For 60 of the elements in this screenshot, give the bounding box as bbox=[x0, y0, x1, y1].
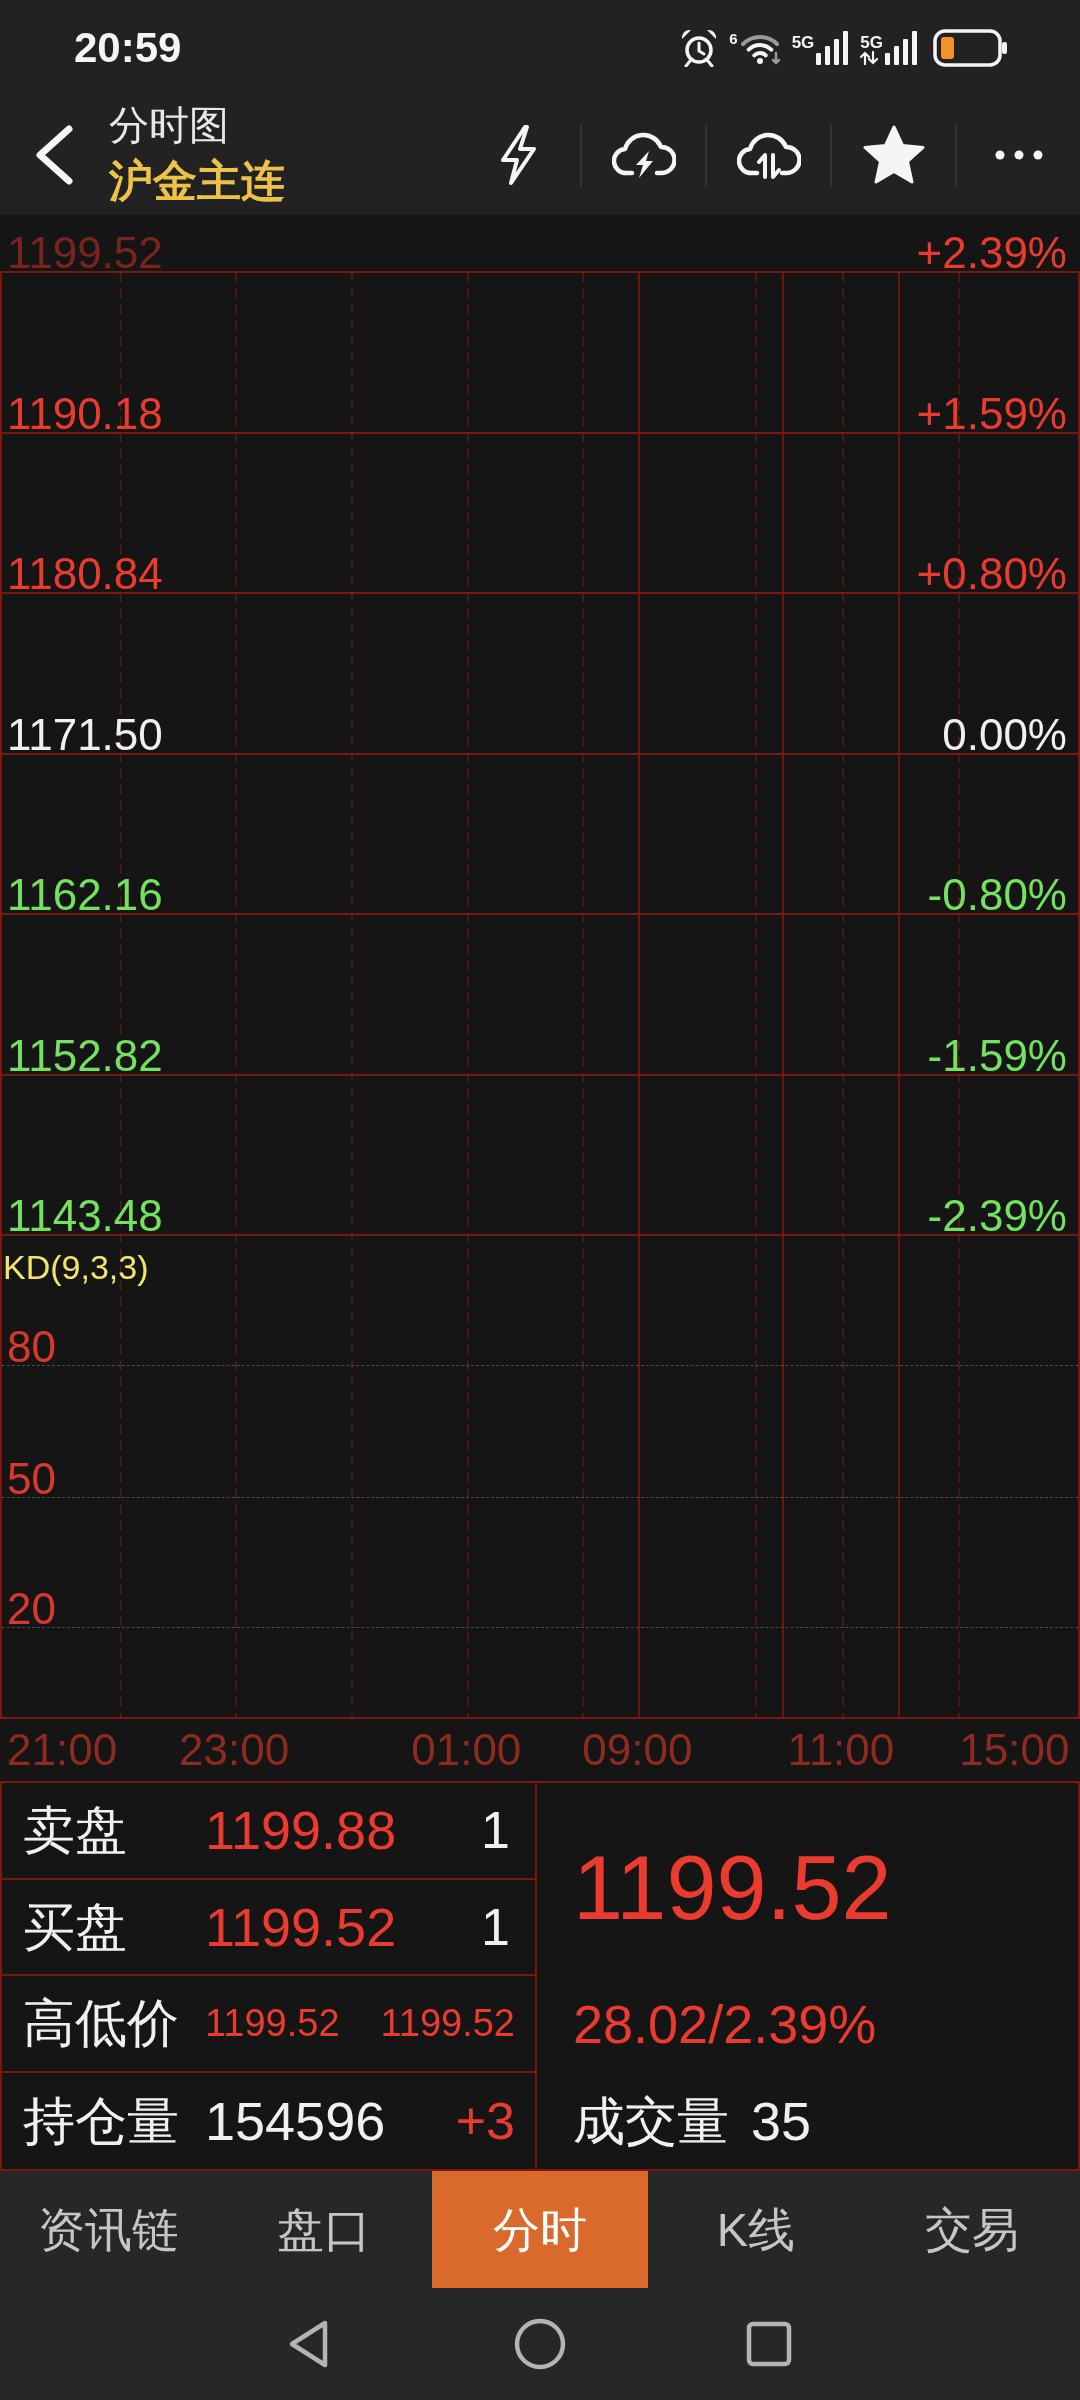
percent-label: +1.59% bbox=[916, 395, 1067, 432]
time-label: 11:00 bbox=[787, 1728, 895, 1772]
indicator-level-label: 80 bbox=[7, 1329, 56, 1365]
percent-label: -2.39% bbox=[927, 1198, 1067, 1234]
more-icon bbox=[994, 150, 1043, 160]
percent-label: -1.59% bbox=[927, 1037, 1067, 1074]
time-label: 15:00 bbox=[959, 1728, 1070, 1772]
percent-label: 0.00% bbox=[942, 716, 1067, 753]
bid-volume: 1 bbox=[481, 1900, 510, 1953]
network-type-label: 5G bbox=[860, 33, 883, 51]
time-label: 01:00 bbox=[411, 1728, 522, 1772]
high-low-label: 高低价 bbox=[23, 1994, 179, 2053]
page-title: 分时图 bbox=[109, 102, 230, 149]
tab[interactable]: 资讯链 bbox=[0, 2171, 216, 2288]
tab[interactable]: K线 bbox=[648, 2171, 864, 2288]
price-label: 1180.84 bbox=[7, 556, 163, 592]
tab[interactable]: 交易 bbox=[864, 2171, 1080, 2288]
bid-label: 买盘 bbox=[23, 1897, 127, 1956]
open-interest-value: 154596 bbox=[205, 2093, 386, 2148]
indicator-label: KD(9,3,3) bbox=[3, 1250, 149, 1284]
high-price: 1199.52 bbox=[205, 2004, 340, 2043]
time-label: 09:00 bbox=[582, 1728, 693, 1772]
circle-icon bbox=[514, 2318, 566, 2370]
time-label: 21:00 bbox=[7, 1728, 118, 1772]
volume-label: 成交量 bbox=[573, 2094, 729, 2147]
price-label: 1199.52 bbox=[7, 235, 163, 271]
alarm-clock-icon bbox=[681, 28, 718, 67]
percent-label: +0.80% bbox=[916, 556, 1067, 592]
percent-label: +2.39% bbox=[916, 235, 1067, 271]
signal-bars-icon bbox=[816, 30, 851, 65]
price-label: 1190.18 bbox=[7, 395, 163, 432]
cloud-lightning-icon bbox=[611, 131, 676, 179]
ask-volume: 1 bbox=[481, 1804, 510, 1857]
network-type-label: 5G bbox=[791, 33, 815, 51]
cloud-arrows-icon bbox=[736, 131, 801, 179]
instrument-name: 沪金主连 bbox=[109, 155, 285, 207]
open-interest-change: +3 bbox=[455, 2094, 515, 2147]
time-label: 23:00 bbox=[179, 1728, 290, 1772]
low-price: 1199.52 bbox=[380, 2004, 515, 2043]
percent-label: -0.80% bbox=[927, 877, 1067, 913]
status-time: 20:59 bbox=[74, 26, 182, 69]
price-label: 1143.48 bbox=[7, 1198, 163, 1234]
indicator-level-label: 20 bbox=[7, 1591, 56, 1627]
wifi-standard-label: 6 bbox=[729, 30, 738, 46]
price-change: 28.02/2.39% bbox=[573, 1997, 877, 2052]
last-price: 1199.52 bbox=[573, 1843, 892, 1933]
volume-value: 35 bbox=[751, 2093, 812, 2148]
price-label: 1162.16 bbox=[7, 877, 163, 913]
triangle-icon bbox=[287, 2319, 329, 2369]
price-label: 1152.82 bbox=[7, 1037, 163, 1074]
bid-price: 1199.52 bbox=[205, 1899, 397, 1954]
price-label: 1171.50 bbox=[7, 716, 163, 753]
ask-label: 卖盘 bbox=[23, 1801, 127, 1860]
indicator-level-label: 50 bbox=[7, 1461, 56, 1497]
ask-price: 1199.88 bbox=[205, 1803, 397, 1858]
battery-icon bbox=[933, 28, 1009, 67]
square-icon bbox=[746, 2321, 792, 2367]
signal-bars-icon bbox=[885, 30, 919, 65]
tab[interactable]: 盘口 bbox=[216, 2171, 432, 2288]
open-interest-label: 持仓量 bbox=[23, 2091, 179, 2150]
